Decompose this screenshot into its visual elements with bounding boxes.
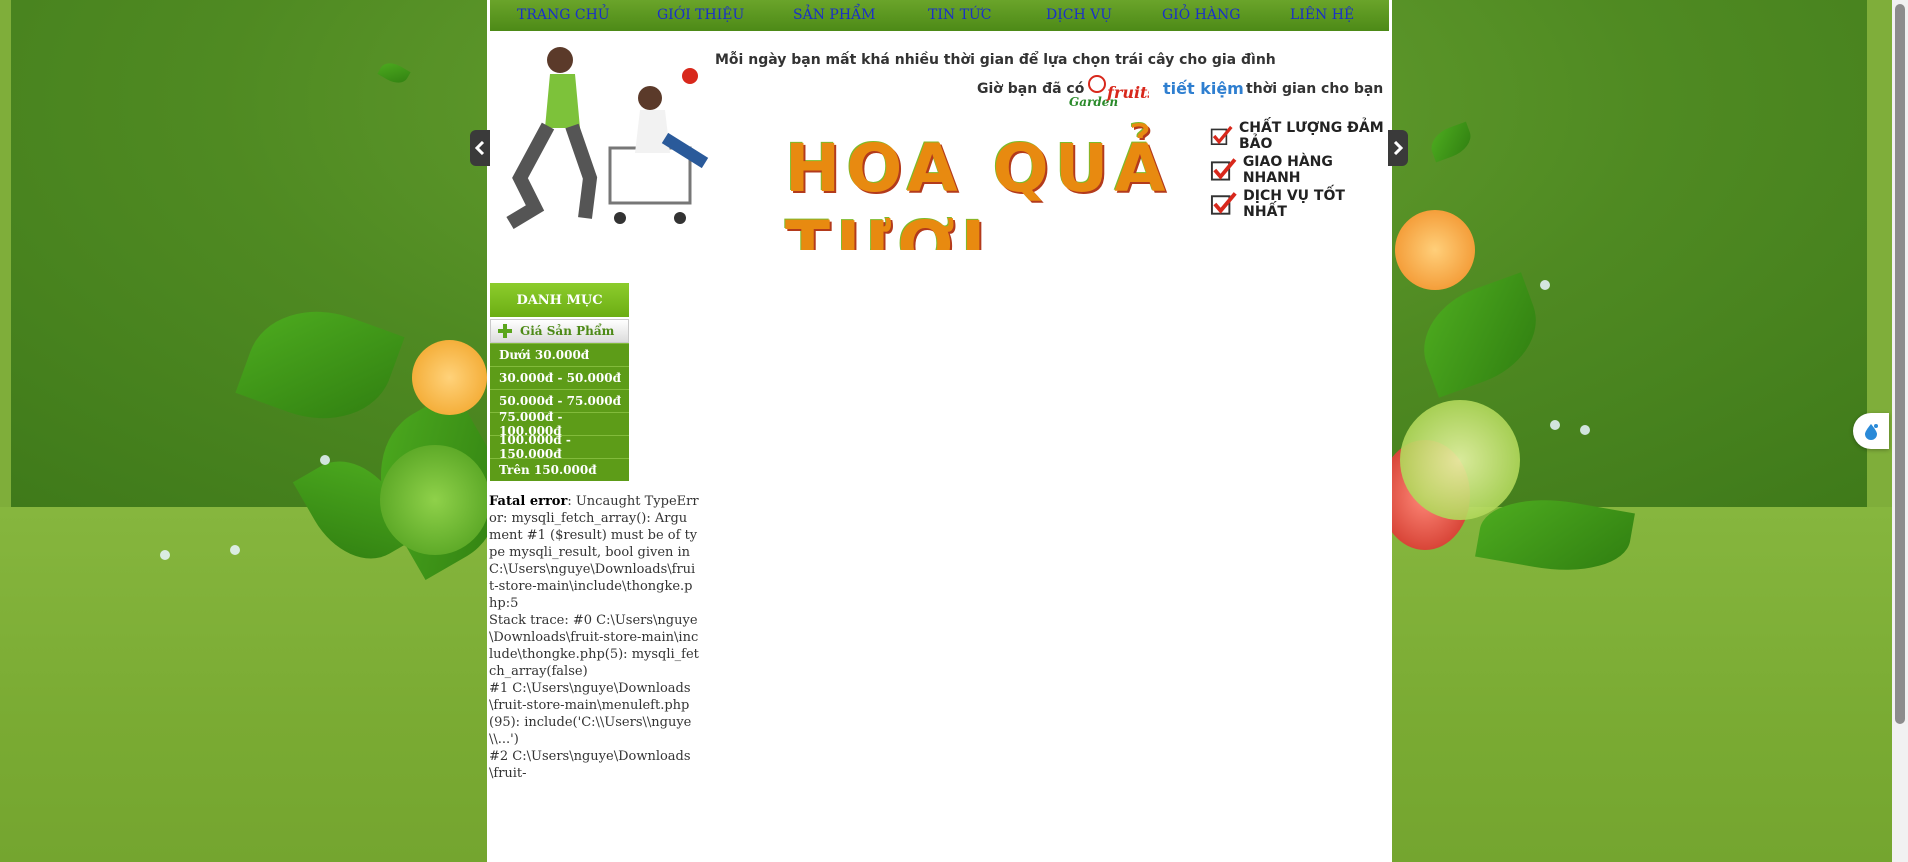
checkbox-check-icon (1210, 192, 1237, 215)
water-splash (160, 550, 170, 560)
scrollbar-thumb[interactable] (1895, 4, 1905, 724)
lime-decoration (1400, 400, 1520, 520)
nav-tin-tuc[interactable]: TIN TỨC (928, 7, 991, 23)
category-sidebar: DANH MỤC Giá Sản Phẩm Dưới 30.000đ 30.00… (490, 283, 629, 481)
water-splash (1550, 420, 1560, 430)
water-splash (1580, 425, 1590, 435)
chevron-right-icon (1393, 141, 1403, 155)
slider-prev-button[interactable] (470, 130, 490, 166)
error-label: Fatal error (489, 494, 568, 509)
garden-fruits-logo: Garden fruits (1069, 75, 1149, 109)
banner-tagline: Mỗi ngày bạn mất khá nhiều thời gian để … (715, 52, 1276, 68)
shopping-cart-people-image (506, 47, 709, 230)
nav-trang-chu[interactable]: TRANG CHỦ (517, 7, 610, 23)
water-splash (320, 455, 330, 465)
feature-item: DỊCH VỤ TỐT NHẤT (1210, 188, 1389, 220)
orange-decoration (412, 340, 487, 415)
water-drop-icon (1865, 424, 1878, 440)
php-error-message: Fatal error: Uncaught TypeError: mysqli_… (489, 493, 699, 782)
category-header: DANH MỤC (490, 283, 629, 317)
fruit-decoration (380, 445, 490, 555)
feature-label: CHẤT LƯỢNG ĐẢM BẢO (1238, 120, 1384, 152)
nav-gio-hang[interactable]: GIỎ HÀNG (1162, 7, 1240, 23)
water-splash (1540, 280, 1550, 290)
price-range-item[interactable]: Trên 150.000đ (490, 458, 629, 481)
price-range-item[interactable]: 50.000đ - 75.000đ (490, 389, 629, 412)
feature-label: DỊCH VỤ TỐT NHẤT (1243, 188, 1345, 220)
nav-dich-vu[interactable]: DỊCH VỤ (1046, 7, 1112, 23)
feature-item: CHẤT LƯỢNG ĐẢM BẢO (1210, 120, 1389, 152)
nav-lien-he[interactable]: LIÊN HỆ (1290, 7, 1354, 23)
page-scrollbar[interactable] (1892, 0, 1908, 862)
chevron-left-icon (475, 141, 485, 155)
svg-text:fruits: fruits (1106, 83, 1149, 102)
plus-icon (498, 324, 512, 338)
water-splash (230, 545, 240, 555)
price-range-item[interactable]: Dưới 30.000đ (490, 343, 629, 366)
checkbox-check-icon (1210, 158, 1237, 181)
nav-gioi-thieu[interactable]: GIỚI THIỆU (657, 7, 744, 23)
price-group-header[interactable]: Giá Sản Phẩm (490, 319, 629, 343)
checkbox-check-icon (1210, 125, 1233, 146)
slider-next-button[interactable] (1388, 130, 1408, 166)
floating-widget-button[interactable] (1853, 413, 1889, 449)
price-range-item[interactable]: 30.000đ - 50.000đ (490, 366, 629, 389)
nav-san-pham[interactable]: SẢN PHẨM (793, 7, 875, 23)
feature-item: GIAO HÀNG NHANH (1210, 154, 1389, 186)
hero-banner[interactable]: Mỗi ngày bạn mất khá nhiều thời gian để … (490, 34, 1389, 250)
main-container: TRANG CHỦ GIỚI THIỆU SẢN PHẨM TIN TỨC DỊ… (487, 0, 1392, 862)
feature-label: GIAO HÀNG NHANH (1242, 154, 1333, 186)
banner-tagline-part: thời gian cho bạn (1246, 81, 1384, 97)
main-nav: TRANG CHỦ GIỚI THIỆU SẢN PHẨM TIN TỨC DỊ… (490, 0, 1389, 31)
price-range-item[interactable]: 100.000đ - 150.000đ (490, 433, 629, 461)
price-group-label: Giá Sản Phẩm (520, 324, 615, 338)
grapefruit-decoration (1395, 210, 1475, 290)
banner-highlight: tiết kiệm (1163, 79, 1244, 98)
error-text: : Uncaught TypeError: mysqli_fetch_array… (489, 494, 699, 781)
price-range-item[interactable]: 75.000đ - 100.000đ (490, 410, 629, 438)
